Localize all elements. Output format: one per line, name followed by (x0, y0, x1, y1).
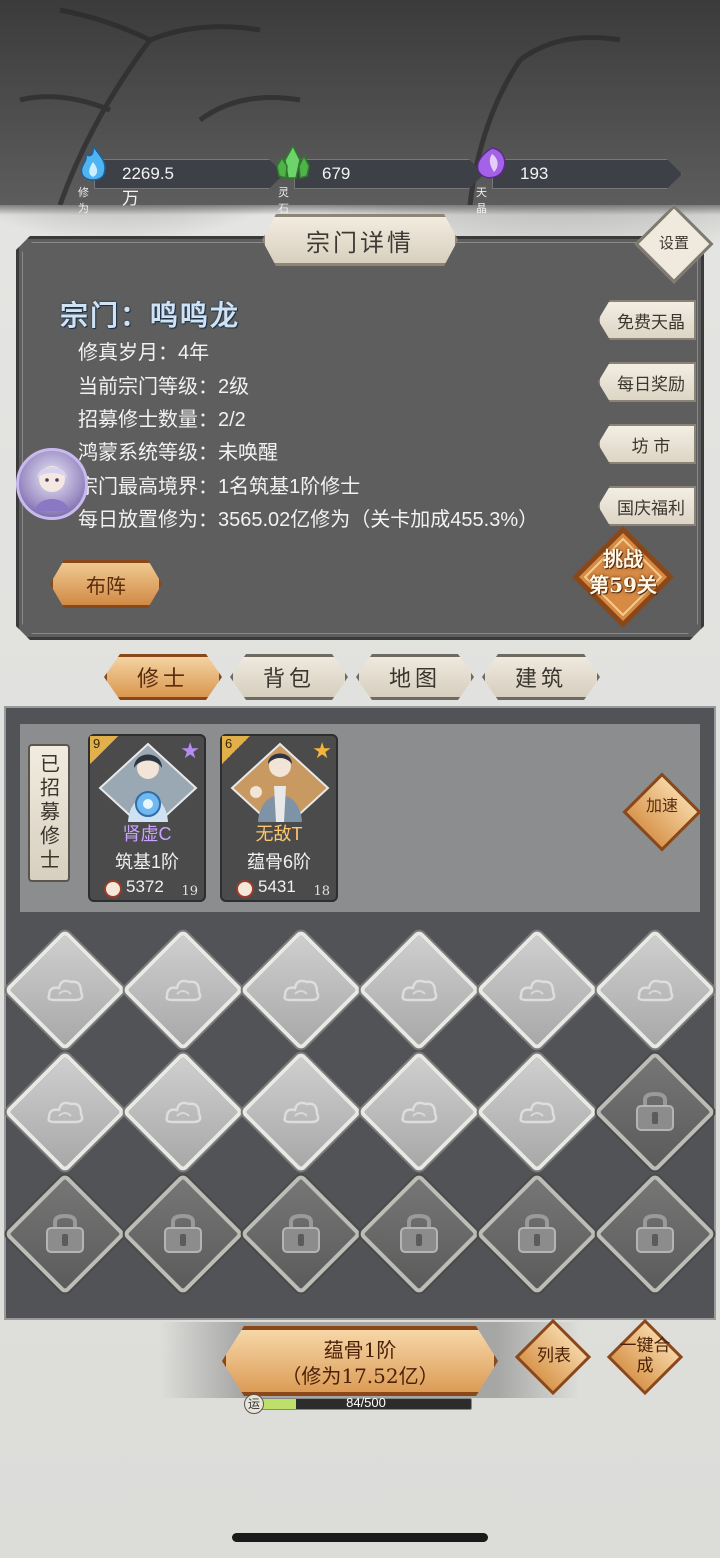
challenge-label[interactable]: 挑战 第59关 (570, 546, 676, 598)
sect-name: 宗门：鸣鸣龙 (60, 299, 241, 332)
lock-icon (400, 1214, 438, 1253)
tab-map[interactable]: 地图 (356, 654, 474, 700)
lock-icon (636, 1214, 674, 1253)
lock-icon (282, 1214, 320, 1253)
currency-label: 天晶 (476, 187, 487, 215)
currency-label: 灵石 (278, 187, 289, 215)
level-badge: 9 (90, 736, 118, 764)
lock-icon (518, 1214, 556, 1253)
cloud-icon (165, 979, 202, 1002)
currency-value: 679 (322, 164, 351, 183)
luck-icon: 运 (244, 1394, 264, 1414)
national-day-welfare-button[interactable]: 国庆福利 (598, 486, 696, 526)
level-badge: 6 (222, 736, 250, 764)
cloud-icon (283, 1101, 320, 1124)
avatar[interactable] (16, 448, 88, 520)
free-sky-crystal-button[interactable]: 免费天晶 (598, 300, 696, 340)
market-button[interactable]: 坊 市 (598, 424, 696, 464)
combat-power-icon (236, 880, 254, 898)
level-value: 9 (93, 736, 101, 751)
breakthrough-cost[interactable]: （修为17.52亿） (222, 1360, 498, 1389)
luck-progress-text: 84/500 (346, 1395, 386, 1410)
cloud-icon (47, 1101, 84, 1124)
level-value: 6 (225, 736, 233, 751)
cloud-icon (401, 1101, 438, 1124)
info-daily-idle: 每日放置修为：3565.02亿修为（关卡加成455.3%） (78, 509, 539, 531)
combat-power: 5431 (258, 877, 296, 896)
tab-buildings[interactable]: 建筑 (482, 654, 600, 700)
info-highest-realm: 宗门最高境界：1名筑基1阶修士 (78, 476, 361, 498)
info-recruit-count: 招募修士数量：2/2 (78, 409, 246, 431)
cultivator-realm: 蕴骨6阶 (246, 852, 311, 872)
green-crystal-icon (276, 144, 310, 179)
one-click-merge-label[interactable]: 一键合成 (616, 1336, 674, 1376)
cultivator-card[interactable]: 6 ★ 无敌T 蕴骨6阶 5431 18 (220, 734, 338, 902)
cultivator-realm: 筑基1阶 (114, 852, 179, 872)
cultivator-name: 肾虚C (122, 824, 172, 844)
currency-label: 修为 (78, 187, 89, 215)
lock-icon (636, 1092, 674, 1131)
currency-value: 2269.5万 (122, 164, 174, 208)
challenge-line2: 第59关 (589, 573, 657, 597)
cloud-icon (283, 979, 320, 1002)
recruited-label: 已招募修士 (28, 744, 70, 882)
breakthrough-realm[interactable]: 蕴骨1阶 (222, 1334, 498, 1363)
daily-reward-button[interactable]: 每日奖励 (598, 362, 696, 402)
info-hongmeng-level: 鸿蒙系统等级：未唤醒 (78, 442, 278, 464)
home-indicator[interactable] (232, 1533, 488, 1542)
tab-backpack[interactable]: 背包 (230, 654, 348, 700)
star-icon: ★ (180, 738, 200, 763)
lock-icon (164, 1214, 202, 1253)
info-sect-level: 当前宗门等级：2级 (78, 376, 250, 398)
cultivator-count: 19 (181, 884, 198, 899)
cloud-icon (401, 979, 438, 1002)
cloud-icon (519, 979, 556, 1002)
info-cultivation-years: 修真岁月：4年 (78, 342, 210, 364)
cultivator-name: 无敌T (255, 824, 303, 844)
tab-cultivators[interactable]: 修士 (104, 654, 222, 700)
cloud-icon (637, 979, 674, 1002)
settings-label[interactable]: 设置 (646, 232, 702, 253)
formation-button[interactable]: 布阵 (50, 560, 162, 608)
panel-title: 宗门详情 (262, 214, 458, 266)
combat-power-icon (104, 880, 122, 898)
cloud-icon (47, 979, 84, 1002)
challenge-line1: 挑战 (603, 547, 643, 571)
cultivator-count: 18 (313, 884, 330, 899)
star-icon: ★ (312, 738, 332, 763)
combat-power: 5372 (126, 877, 164, 896)
cultivator-card[interactable]: 9 ★ 肾虚C 筑基1阶 5372 19 (88, 734, 206, 902)
purple-crystal-icon (476, 147, 506, 179)
cloud-icon (165, 1101, 202, 1124)
speed-up-label[interactable]: 加速 (634, 798, 690, 814)
currency-value: 193 (520, 164, 549, 183)
blue-flame-icon (80, 145, 106, 181)
cloud-icon (519, 1101, 556, 1124)
list-label[interactable]: 列表 (524, 1346, 584, 1366)
lock-icon (46, 1214, 84, 1253)
